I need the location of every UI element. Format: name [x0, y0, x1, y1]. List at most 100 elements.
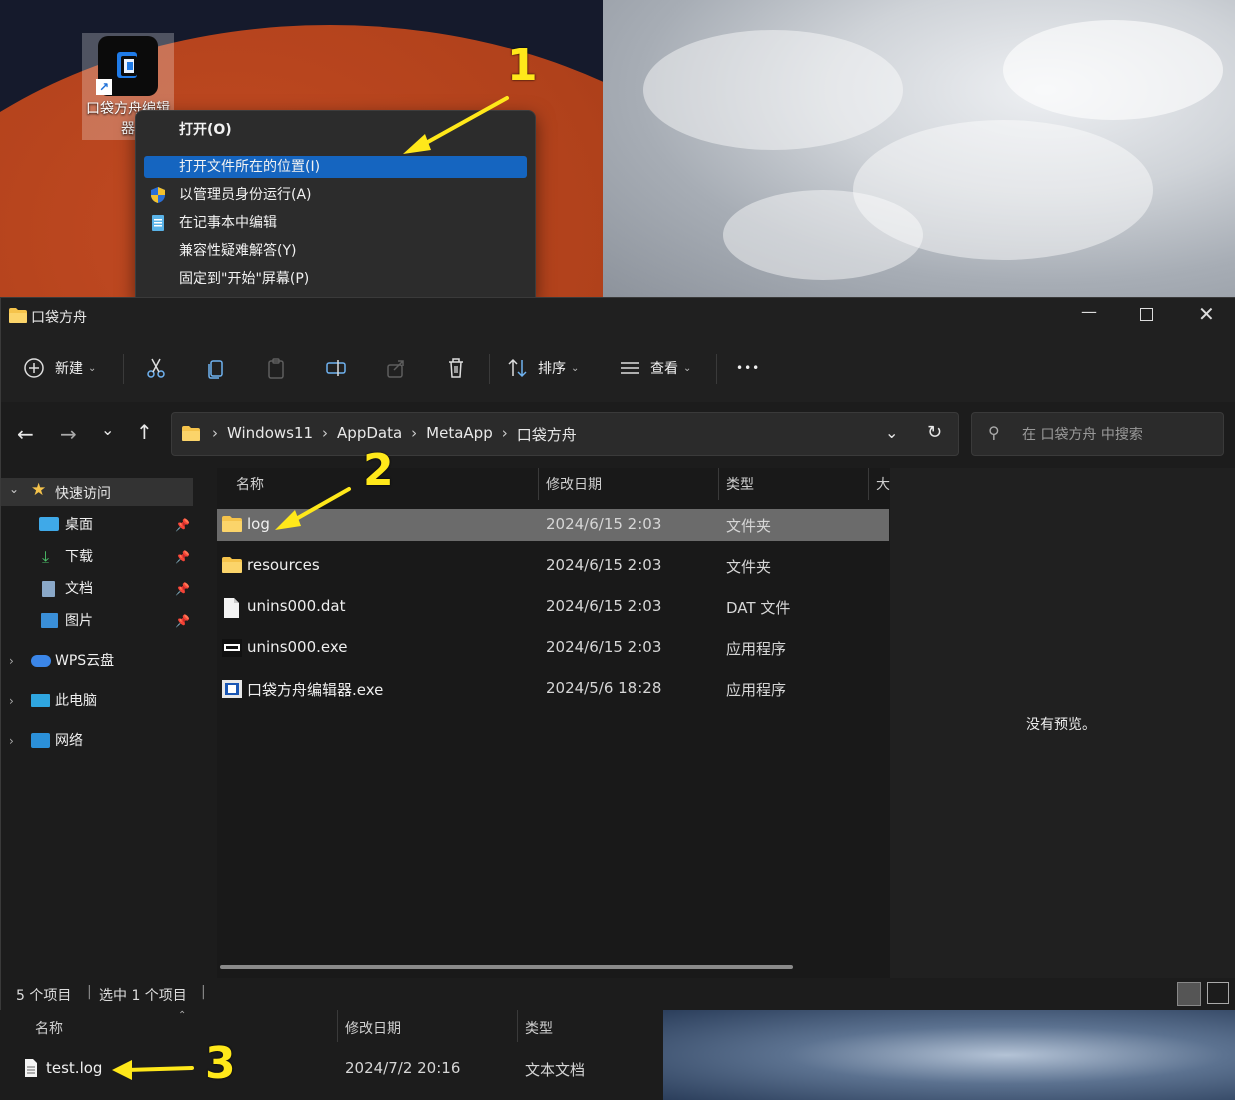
wallpaper-clouds	[603, 0, 1235, 300]
minimize-button[interactable]: —	[1081, 302, 1097, 321]
view-button[interactable]: 查看 ⌄	[619, 334, 691, 402]
shield-icon	[149, 186, 167, 204]
sort-up-icon: ⌃	[178, 1010, 187, 1021]
nav-downloads[interactable]: ⤓ 下载 📌	[39, 543, 194, 571]
annotation-number-1: 1	[507, 40, 538, 91]
copy-icon	[208, 360, 223, 379]
pin-icon: 📌	[175, 614, 190, 628]
item-count: 5 个项目	[16, 988, 72, 1004]
expand-chevron-icon[interactable]: ›	[9, 687, 14, 715]
share-button[interactable]	[385, 334, 407, 402]
star-icon: ★	[31, 480, 47, 500]
breadcrumb-metaapp[interactable]: MetaApp	[426, 424, 493, 445]
more-options-button[interactable]: •••	[736, 334, 760, 402]
delete-button[interactable]	[445, 334, 467, 402]
column-type[interactable]: 类型	[525, 1018, 553, 1038]
list-view-icon	[621, 362, 639, 374]
plus-circle-icon	[24, 358, 44, 378]
file-list: 名称 修改日期 类型 大 log 2024/6/15 2:03 文件夹 reso…	[217, 468, 890, 978]
explorer-window: 口袋方舟 — ✕ 新建 ⌄ 排序 ⌄ 查看 ⌄ ••• ← → ⌄ ↑ › Wi…	[0, 297, 1235, 1012]
rename-icon	[326, 360, 346, 376]
menu-item-pin-to-start[interactable]: 固定到"开始"屏幕(P)	[144, 268, 527, 290]
menu-item-compatibility[interactable]: 兼容性疑难解答(Y)	[144, 240, 527, 262]
nav-documents[interactable]: 文档 📌	[39, 575, 194, 603]
annotation-arrow-3	[112, 1060, 194, 1080]
nav-network[interactable]: › 网络	[9, 727, 194, 755]
selected-count: 选中 1 个项目	[99, 988, 187, 1004]
back-arrow-icon[interactable]: ←	[17, 422, 34, 446]
pin-icon: 📌	[175, 550, 190, 564]
menu-item-edit-in-notepad[interactable]: 在记事本中编辑	[144, 212, 527, 234]
folder-icon	[182, 426, 200, 445]
column-type[interactable]: 类型	[726, 474, 754, 494]
breadcrumb-windows11[interactable]: Windows11	[227, 424, 313, 445]
expand-chevron-icon[interactable]: ⌄	[9, 482, 19, 496]
sort-button[interactable]: 排序 ⌄	[507, 334, 579, 402]
preview-pane: 没有预览。	[890, 468, 1235, 978]
maximize-button[interactable]	[1140, 308, 1153, 321]
folder-icon	[222, 557, 242, 577]
download-icon: ⤓	[42, 547, 50, 566]
sort-icon	[508, 358, 527, 378]
column-size[interactable]: 大	[876, 474, 890, 494]
copy-button[interactable]	[205, 334, 227, 402]
trash-icon	[449, 358, 463, 378]
column-date[interactable]: 修改日期	[546, 474, 602, 494]
file-icon	[222, 598, 240, 622]
log-folder-list: 名称 ⌃ 修改日期 类型 test.log 2024/7/2 20:16 文本文…	[0, 1010, 663, 1100]
expand-chevron-icon[interactable]: ›	[9, 647, 14, 675]
refresh-icon[interactable]: ↻	[927, 422, 942, 443]
address-row: ← → ⌄ ↑ › Windows11 › AppData › MetaApp …	[1, 402, 1235, 468]
chevron-down-icon: ⌄	[88, 362, 97, 374]
rename-button[interactable]	[325, 334, 347, 402]
picture-icon	[41, 613, 58, 628]
breadcrumb: › Windows11 › AppData › MetaApp › 口袋方舟	[212, 424, 577, 445]
nav-this-pc[interactable]: › 此电脑	[9, 687, 194, 715]
app-icon	[222, 680, 242, 702]
nav-wps-cloud[interactable]: › WPS云盘	[9, 647, 194, 675]
nav-pictures[interactable]: 图片 📌	[39, 607, 194, 635]
cut-button[interactable]	[145, 334, 167, 402]
horizontal-scrollbar[interactable]	[220, 965, 793, 969]
breadcrumb-appdata[interactable]: AppData	[337, 424, 402, 445]
annotation-arrow-2	[275, 487, 351, 530]
search-placeholder: 在 口袋方舟 中搜索	[1022, 427, 1143, 443]
nav-quick-access[interactable]: ⌄ ★ 快速访问	[1, 478, 193, 506]
file-row-editor-exe[interactable]: 口袋方舟编辑器.exe 2024/5/6 18:28 应用程序	[217, 673, 889, 705]
annotation-number-2: 2	[363, 445, 394, 496]
expand-chevron-icon[interactable]: ›	[9, 727, 14, 755]
network-icon	[31, 733, 50, 748]
forward-arrow-icon[interactable]: →	[60, 422, 77, 446]
new-button[interactable]: 新建 ⌄	[23, 334, 96, 402]
paste-button[interactable]	[265, 334, 287, 402]
file-row-test-log[interactable]: test.log 2024/7/2 20:16 文本文档	[0, 1052, 663, 1084]
address-dropdown-icon[interactable]: ⌄	[885, 423, 898, 442]
details-view-icon[interactable]	[1177, 982, 1201, 1006]
recent-chevron-icon[interactable]: ⌄	[101, 420, 114, 439]
up-arrow-icon[interactable]: ↑	[136, 420, 153, 444]
menu-item-run-as-admin[interactable]: 以管理员身份运行(A)	[144, 184, 527, 206]
pin-icon: 📌	[175, 582, 190, 596]
computer-icon	[31, 694, 50, 707]
annotation-number-3: 3	[205, 1038, 236, 1089]
nav-desktop[interactable]: 桌面 📌	[39, 511, 194, 539]
breadcrumb-current[interactable]: 口袋方舟	[517, 424, 577, 445]
close-button[interactable]: ✕	[1198, 302, 1215, 326]
file-row-unins000-dat[interactable]: unins000.dat 2024/6/15 2:03 DAT 文件	[217, 591, 889, 623]
column-name[interactable]: 名称	[236, 474, 264, 494]
tiles-view-icon[interactable]	[1207, 982, 1229, 1004]
annotation-arrow-1	[403, 96, 509, 154]
address-bar[interactable]: › Windows11 › AppData › MetaApp › 口袋方舟 ⌄…	[171, 412, 959, 456]
document-icon	[42, 581, 55, 597]
scissors-icon	[147, 358, 165, 378]
clipboard-icon	[268, 358, 284, 379]
command-bar: 新建 ⌄ 排序 ⌄ 查看 ⌄ •••	[1, 334, 1235, 402]
file-row-resources[interactable]: resources 2024/6/15 2:03 文件夹	[217, 550, 889, 582]
column-date[interactable]: 修改日期	[345, 1018, 401, 1038]
column-name[interactable]: 名称	[35, 1018, 63, 1038]
cloud-icon	[31, 655, 51, 667]
exe-icon	[222, 639, 242, 661]
notepad-icon	[149, 214, 167, 232]
search-box[interactable]: ⚲ 在 口袋方舟 中搜索	[971, 412, 1224, 456]
file-row-unins000-exe[interactable]: unins000.exe 2024/6/15 2:03 应用程序	[217, 632, 889, 664]
